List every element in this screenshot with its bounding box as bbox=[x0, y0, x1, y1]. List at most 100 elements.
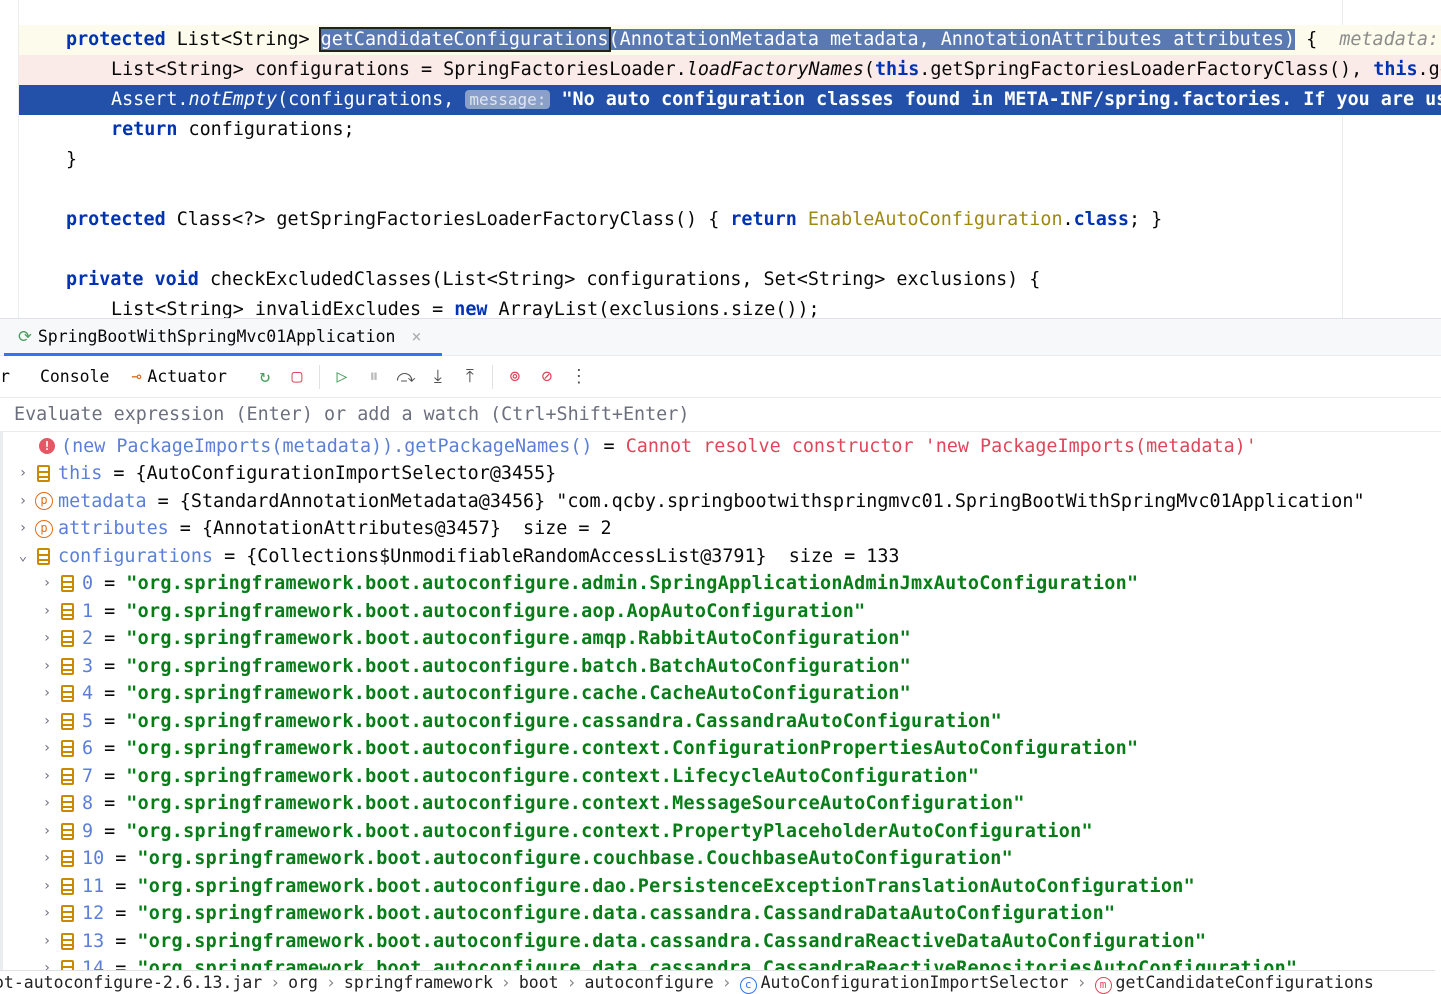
tab-actuator[interactable]: ⊸ Actuator bbox=[131, 367, 226, 386]
breadcrumb-item[interactable]: org bbox=[288, 973, 318, 992]
breadcrumb-item[interactable]: springframework bbox=[344, 973, 493, 992]
list-item[interactable]: › 14 = "org.springframework.boot.autoconf… bbox=[37, 955, 1297, 970]
step-into-icon[interactable]: ⤓ bbox=[422, 366, 454, 387]
chevron-right-icon[interactable]: › bbox=[37, 680, 57, 708]
variable-row[interactable]: › p attributes = {AnnotationAttributes@345… bbox=[13, 515, 612, 543]
close-icon[interactable]: × bbox=[411, 327, 421, 346]
tab-debugger[interactable]: r bbox=[0, 367, 10, 386]
code-text: List<String> bbox=[165, 29, 321, 50]
method-icon: m bbox=[1094, 977, 1112, 994]
list-item[interactable]: › 7 = "org.springframework.boot.autoconfi… bbox=[37, 763, 979, 791]
code-line-8[interactable]: List<String> invalidExcludes = new Array… bbox=[19, 295, 1441, 318]
item-value: "org.springframework.boot.autoconfigure.… bbox=[137, 848, 1014, 869]
chevron-right-icon[interactable]: › bbox=[37, 625, 57, 653]
field-icon bbox=[61, 630, 74, 648]
code-text: .ge bbox=[1417, 59, 1441, 80]
code-text: Class<?> getSpringFactoriesLoaderFactory… bbox=[165, 209, 731, 230]
tab-run-configuration[interactable]: ⟳ SpringBootWithSpringMvc01Application × bbox=[4, 319, 442, 356]
keyword: this bbox=[874, 59, 920, 80]
tab-console[interactable]: Console bbox=[40, 367, 110, 386]
list-item[interactable]: › 5 = "org.springframework.boot.autoconfi… bbox=[37, 708, 1002, 736]
keyword: this bbox=[1373, 59, 1418, 80]
variable-row[interactable]: ⌄ configurations = {Collections$Unmodifia… bbox=[13, 543, 900, 571]
chevron-right-icon[interactable]: › bbox=[37, 570, 57, 598]
mute-breakpoints-icon[interactable]: ⊘ bbox=[531, 366, 563, 387]
step-out-icon[interactable]: ⤒ bbox=[454, 366, 486, 387]
code-line-2[interactable]: List<String> configurations = SpringFact… bbox=[19, 55, 1441, 85]
code-text: ( bbox=[863, 59, 875, 80]
chevron-right-icon[interactable]: › bbox=[37, 653, 57, 681]
list-item[interactable]: › 0 = "org.springframework.boot.autoconfi… bbox=[37, 570, 1138, 598]
code-line-3-current-execution[interactable]: Assert.notEmpty(configurations, message:… bbox=[19, 85, 1441, 115]
breadcrumb: ot-autoconfigure-2.6.13.jar › org › springfr… bbox=[0, 970, 1435, 994]
keyword: return bbox=[111, 119, 178, 140]
list-item[interactable]: › 12 = "org.springframework.boot.autoconf… bbox=[37, 900, 1115, 928]
chevron-right-icon[interactable]: › bbox=[13, 460, 33, 488]
chevron-right-icon[interactable]: › bbox=[37, 845, 57, 873]
list-item[interactable]: › 6 = "org.springframework.boot.autoconfi… bbox=[37, 735, 1138, 763]
breadcrumb-item[interactable]: getCandidateConfigurations bbox=[1116, 973, 1374, 992]
editor-gutter[interactable] bbox=[0, 0, 19, 318]
selected-method-name[interactable]: getCandidateConfigurations bbox=[318, 27, 611, 52]
list-item[interactable]: › 2 = "org.springframework.boot.autoconfi… bbox=[37, 625, 911, 653]
equals: = bbox=[93, 793, 127, 814]
rerun-debug-icon[interactable]: ↻ bbox=[249, 366, 281, 387]
keyword: protected bbox=[66, 29, 166, 50]
breadcrumb-item[interactable]: boot bbox=[519, 973, 559, 992]
breadcrumb-item[interactable]: autoconfigure bbox=[585, 973, 714, 992]
pause-icon[interactable]: ⏸ bbox=[358, 366, 390, 387]
list-item[interactable]: › 4 = "org.springframework.boot.autoconfi… bbox=[37, 680, 911, 708]
field-icon bbox=[61, 795, 74, 813]
chevron-right-icon[interactable]: › bbox=[37, 790, 57, 818]
item-index: 8 bbox=[82, 793, 94, 814]
list-item[interactable]: › 11 = "org.springframework.boot.autoconf… bbox=[37, 873, 1195, 901]
chevron-right-icon[interactable]: › bbox=[13, 488, 33, 516]
breadcrumb-item[interactable]: ot-autoconfigure-2.6.13.jar bbox=[0, 973, 262, 992]
chevron-right-icon[interactable]: › bbox=[13, 515, 33, 543]
code-line-4[interactable]: return configurations; bbox=[19, 115, 1441, 145]
keyword: return bbox=[730, 209, 797, 230]
more-options-icon[interactable]: ⋮ bbox=[563, 366, 595, 387]
chevron-right-icon[interactable]: › bbox=[37, 735, 57, 763]
variable-extra: "com.qcby.springbootwithspringmvc01.Spri… bbox=[556, 490, 1365, 512]
chevron-right-icon[interactable]: › bbox=[37, 818, 57, 846]
spring-boot-run-icon: ⟳ bbox=[18, 326, 32, 346]
code-editor[interactable]: protected List<String> getCandidateConfi… bbox=[0, 0, 1441, 318]
chevron-right-icon[interactable]: › bbox=[37, 955, 57, 970]
list-item[interactable]: › 13 = "org.springframework.boot.autoconf… bbox=[37, 928, 1206, 956]
code-line-6[interactable]: protected Class<?> getSpringFactoriesLoa… bbox=[19, 205, 1441, 235]
equals: = bbox=[104, 903, 138, 924]
variable-row[interactable]: › p metadata = {StandardAnnotationMetadata… bbox=[13, 488, 1365, 516]
chevron-down-icon[interactable]: ⌄ bbox=[13, 543, 33, 571]
variable-name: attributes bbox=[58, 518, 169, 539]
step-over-icon[interactable]: ⤼ bbox=[390, 366, 422, 387]
list-item[interactable]: › 1 = "org.springframework.boot.autoconfi… bbox=[37, 598, 865, 626]
list-item[interactable]: › 3 = "org.springframework.boot.autoconfi… bbox=[37, 653, 911, 681]
chevron-right-icon[interactable]: › bbox=[37, 900, 57, 928]
chevron-right-icon[interactable]: › bbox=[37, 708, 57, 736]
code-line-7[interactable]: private void checkExcludedClasses(List<S… bbox=[19, 265, 1441, 295]
item-value: "org.springframework.boot.autoconfigure.… bbox=[126, 793, 1025, 814]
list-item[interactable]: › 9 = "org.springframework.boot.autoconfi… bbox=[37, 818, 1093, 846]
code-line-5[interactable]: } bbox=[19, 145, 1441, 175]
code-line-1[interactable]: protected List<String> getCandidateConfi… bbox=[19, 25, 1441, 55]
item-index: 11 bbox=[82, 875, 105, 897]
variables-tree[interactable]: ! (new PackageImports(metadata)).getPacka… bbox=[0, 432, 1441, 970]
evaluate-expression-input[interactable]: Evaluate expression (Enter) or add a wat… bbox=[0, 398, 1441, 432]
breadcrumb-item[interactable]: AutoConfigurationImportSelector bbox=[761, 973, 1069, 992]
watch-error-row[interactable]: ! (new PackageImports(metadata)).getPacka… bbox=[39, 433, 1257, 461]
variable-row[interactable]: › this = {AutoConfigurationImportSelector… bbox=[13, 460, 556, 488]
chevron-right-icon[interactable]: › bbox=[37, 873, 57, 901]
variable-value: = {Collections$UnmodifiableRandomAccessL… bbox=[213, 545, 789, 567]
chevron-right-icon[interactable]: › bbox=[37, 763, 57, 791]
item-index: 7 bbox=[82, 765, 94, 787]
chevron-right-icon[interactable]: › bbox=[37, 598, 57, 626]
divider bbox=[491, 364, 493, 389]
equals: = bbox=[93, 765, 127, 787]
stop-icon[interactable]: ▢ bbox=[281, 366, 313, 387]
list-item[interactable]: › 10 = "org.springframework.boot.autoconf… bbox=[37, 845, 1013, 873]
resume-icon[interactable]: ▷ bbox=[326, 366, 358, 387]
chevron-right-icon[interactable]: › bbox=[37, 928, 57, 956]
list-item[interactable]: › 8 = "org.springframework.boot.autoconfi… bbox=[37, 790, 1025, 818]
view-breakpoints-icon[interactable]: ⊚ bbox=[499, 366, 531, 387]
